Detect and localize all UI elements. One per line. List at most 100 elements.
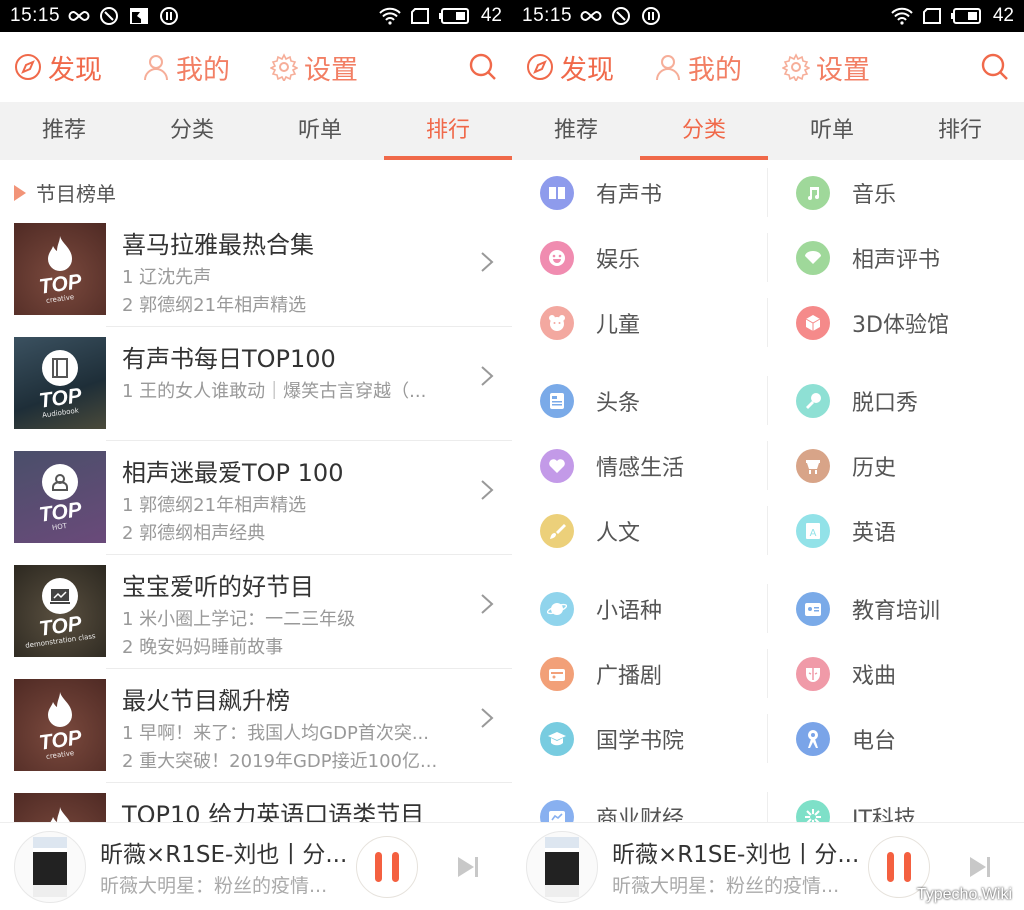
- brush-icon: [540, 513, 574, 548]
- cover-label: TOP: [37, 269, 83, 299]
- category-label: 有声书: [596, 182, 663, 208]
- fan-icon: [796, 240, 830, 275]
- tab-ranking[interactable]: 排行: [896, 102, 1024, 160]
- section-title: 节目榜单: [36, 182, 116, 206]
- category-item[interactable]: 脱口秀: [768, 368, 1024, 433]
- presentation-icon: [42, 577, 78, 614]
- mini-player[interactable]: 昕薇×R1SE-刘也丨分... 昕薇大明星：粉丝的疫情...: [0, 822, 512, 910]
- top-nav: 发现 我的 设置: [0, 32, 512, 102]
- category-row: 娱乐 相声评书: [512, 225, 1024, 290]
- skip-next-icon[interactable]: [968, 855, 992, 879]
- tab-playlist[interactable]: 听单: [256, 102, 384, 160]
- rank-item[interactable]: TOP demonstration class 宝宝爱听的好节目 1 米小圈上学…: [0, 555, 512, 669]
- category-item[interactable]: 有声书: [512, 160, 768, 225]
- category-item[interactable]: 头条: [512, 368, 768, 433]
- cover-sub: HOT: [51, 521, 69, 532]
- triangle-icon: [14, 184, 26, 201]
- top-nav: 发现 我的 设置: [512, 32, 1024, 102]
- category-item[interactable]: 情感生活: [512, 433, 768, 498]
- category-item[interactable]: 人文: [512, 498, 768, 563]
- status-bar: 15:15 42: [0, 0, 512, 32]
- category-item[interactable]: 电台: [768, 706, 1024, 771]
- infinity-icon: [68, 5, 90, 27]
- person-icon: [42, 463, 78, 500]
- svg-text:A: A: [810, 528, 817, 539]
- nav-mine[interactable]: 我的: [654, 48, 742, 87]
- player-title: 昕薇×R1SE-刘也丨分...: [612, 842, 860, 868]
- album-art[interactable]: [526, 830, 598, 903]
- category-row: 人文 A 英语: [512, 498, 1024, 563]
- nav-mine-label: 我的: [176, 54, 230, 86]
- wifi-icon: [379, 5, 401, 27]
- nav-discover[interactable]: 发现: [526, 48, 614, 87]
- rank-title: 喜马拉雅最热合集: [122, 231, 314, 259]
- rank-item[interactable]: TOP creative 最火节目飙升榜 1 早啊！来了：我国人均GDP首次突.…: [0, 669, 512, 783]
- skip-next-icon[interactable]: [456, 855, 480, 879]
- album-art[interactable]: [14, 830, 86, 903]
- tab-recommend[interactable]: 推荐: [0, 102, 128, 160]
- search-icon[interactable]: [468, 52, 498, 82]
- book-icon: [42, 349, 78, 386]
- nav-settings[interactable]: 设置: [270, 48, 358, 87]
- pause-button[interactable]: [356, 835, 418, 898]
- flame-icon: [48, 691, 72, 727]
- category-item[interactable]: 娱乐: [512, 225, 768, 290]
- category-tabs: 推荐 分类 听单 排行: [512, 102, 1024, 160]
- section-header: 节目榜单: [0, 160, 512, 213]
- category-item[interactable]: 广播剧: [512, 641, 768, 706]
- category-item[interactable]: 教育培训: [768, 576, 1024, 641]
- id-card-icon: [796, 591, 830, 626]
- category-item[interactable]: 音乐: [768, 160, 1024, 225]
- tab-playlist[interactable]: 听单: [768, 102, 896, 160]
- cover-label: TOP: [37, 497, 83, 527]
- category-label: 头条: [596, 390, 641, 416]
- english-book-icon: A: [796, 513, 830, 548]
- category-item[interactable]: 戏曲: [768, 641, 1024, 706]
- category-row: 广播剧 戏曲: [512, 641, 1024, 706]
- category-item[interactable]: 相声评书: [768, 225, 1024, 290]
- rank-item[interactable]: TOP Audiobook 有声书每日TOP100 1 王的女人谁敢动｜爆笑古言…: [0, 327, 512, 441]
- rank-item[interactable]: TOP creative 喜马拉雅最热合集 1 辽沈先声 2 郭德纲21年相声精…: [0, 213, 512, 327]
- battery-level: 42: [992, 5, 1014, 26]
- microphone-icon: [796, 383, 830, 418]
- category-row: 有声书 音乐: [512, 160, 1024, 225]
- category-item[interactable]: 儿童: [512, 290, 768, 355]
- nav-discover[interactable]: 发现: [14, 48, 102, 87]
- gear-icon: [270, 53, 298, 81]
- book-icon: [540, 175, 574, 210]
- tab-ranking[interactable]: 排行: [384, 102, 512, 160]
- category-tabs: 推荐 分类 听单 排行: [0, 102, 512, 160]
- rank-cover: TOP Audiobook: [14, 337, 106, 429]
- category-item[interactable]: 3D体验馆: [768, 290, 1024, 355]
- search-icon[interactable]: [980, 52, 1010, 82]
- rank-line: 1 辽沈先声: [122, 267, 212, 288]
- chevron-right-icon: [481, 708, 494, 728]
- compass-icon: [526, 53, 554, 81]
- status-time: 15:15: [10, 5, 61, 26]
- compass-icon: [14, 53, 42, 81]
- pause-circle-icon: [158, 5, 180, 27]
- rank-item[interactable]: TOP HOT 相声迷最爱TOP 100 1 郭德纲21年相声精选 2 郭德纲相…: [0, 441, 512, 555]
- category-label: 戏曲: [852, 663, 897, 689]
- rank-line: 1 郭德纲21年相声精选: [122, 495, 307, 516]
- tab-category[interactable]: 分类: [640, 102, 768, 160]
- rank-title: 有声书每日TOP100: [122, 345, 336, 373]
- category-item[interactable]: 小语种: [512, 576, 768, 641]
- rank-line: 2 郭德纲相声经典: [122, 523, 266, 544]
- category-item[interactable]: 国学书院: [512, 706, 768, 771]
- right-screen: 15:15 42 发现 我的 设置 推荐 分类 听单 排行 有声书 音乐 娱乐 相声评…: [512, 0, 1024, 910]
- bear-icon: [540, 305, 574, 340]
- player-subtitle: 昕薇大明星：粉丝的疫情...: [100, 875, 328, 897]
- mini-player[interactable]: 昕薇×R1SE-刘也丨分... 昕薇大明星：粉丝的疫情... Typecho.W…: [512, 822, 1024, 910]
- nav-settings-label: 设置: [816, 54, 870, 86]
- nav-settings[interactable]: 设置: [782, 48, 870, 87]
- rank-cover: TOP demonstration class: [14, 565, 106, 657]
- tab-recommend[interactable]: 推荐: [512, 102, 640, 160]
- pause-circle-icon: [640, 5, 662, 27]
- category-item[interactable]: A 英语: [768, 498, 1024, 563]
- category-row: 情感生活 历史: [512, 433, 1024, 498]
- category-item[interactable]: 历史: [768, 433, 1024, 498]
- nav-mine[interactable]: 我的: [142, 48, 230, 87]
- nav-discover-label: 发现: [560, 54, 614, 86]
- tab-category[interactable]: 分类: [128, 102, 256, 160]
